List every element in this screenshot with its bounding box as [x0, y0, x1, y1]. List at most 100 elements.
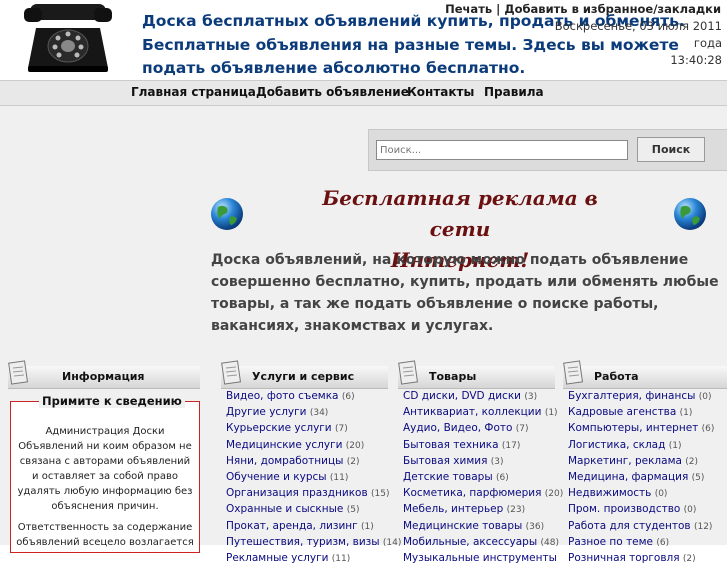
info-header: Информация — [8, 360, 200, 389]
globe-icon — [674, 198, 706, 230]
search-input[interactable] — [376, 140, 628, 160]
category-item[interactable]: Медицинские товары (36) — [403, 519, 563, 535]
category-link[interactable]: Медицинские товары — [403, 520, 522, 532]
date-time: Воскресенье, 03 июля 2011 года 13:40:28 — [540, 18, 722, 69]
category-item[interactable]: Компьютеры, интернет (6) — [568, 421, 714, 437]
category-count: (15) — [371, 489, 390, 500]
category-header: Работа — [563, 360, 727, 389]
category-link[interactable]: Медицинские услуги — [226, 439, 342, 451]
category-link[interactable]: Организация праздников — [226, 487, 368, 499]
category-item[interactable]: Музыкальные инструменты — [403, 551, 563, 567]
category-item[interactable]: Розничная торговля (2) — [568, 551, 714, 567]
category-count: (34) — [309, 408, 329, 419]
category-link[interactable]: Кадровые агенства — [568, 406, 676, 418]
nav-rules[interactable]: Правила — [484, 85, 544, 99]
category-link[interactable]: Другие услуги — [226, 406, 306, 418]
category-count: (3) — [524, 392, 538, 402]
category-item[interactable]: CD диски, DVD диски (3) — [403, 389, 563, 405]
category-link[interactable]: Музыкальные инструменты — [403, 552, 557, 564]
category-link[interactable]: Разное по теме — [568, 536, 653, 548]
nav-home[interactable]: Главная страница — [131, 85, 256, 99]
category-link[interactable]: Работа для студентов — [568, 520, 691, 532]
category-link[interactable]: Бытовая химия — [403, 455, 487, 467]
category-title: Услуги и сервис — [252, 370, 355, 383]
category-item[interactable]: Медицинские услуги (20) — [226, 438, 401, 454]
category-item[interactable]: Работа для студентов (12) — [568, 519, 714, 535]
category-item[interactable]: Охранные и сыскные (5) — [226, 502, 401, 518]
category-link[interactable]: Антиквариат, коллекции — [403, 406, 541, 418]
nav-add-ad[interactable]: Добавить объявление — [256, 85, 409, 99]
category-item[interactable]: Курьерские услуги (7) — [226, 421, 401, 437]
bookmark-link[interactable]: Добавить в избранное/закладки — [504, 2, 721, 16]
category-link[interactable]: Косметика, парфюмерия — [403, 487, 541, 499]
category-item[interactable]: Пром. производство (0) — [568, 502, 714, 518]
top-links-separator: | — [496, 2, 501, 16]
category-link[interactable]: Мобильные, аксессуары — [403, 536, 537, 548]
category-item[interactable]: Прокат, аренда, лизинг (1) — [226, 519, 401, 535]
category-item[interactable]: Организация праздников (15) — [226, 486, 401, 502]
category-count: (23) — [506, 505, 526, 516]
category-link[interactable]: Логистика, склад — [568, 439, 665, 451]
category-link[interactable]: Компьютеры, интернет — [568, 422, 698, 434]
category-item[interactable]: Бытовая техника (17) — [403, 438, 563, 454]
category-item[interactable]: Обучение и курсы (11) — [226, 470, 401, 486]
notepad-icon — [221, 360, 242, 385]
category-count: (2) — [685, 456, 699, 467]
notice-text: Администрация Доски Объявлений ни коим о… — [15, 424, 195, 550]
category-link[interactable]: Медицина, фармация — [568, 471, 688, 483]
category-link[interactable]: Детские товары — [403, 471, 493, 483]
notepad-icon — [398, 360, 419, 385]
category-item[interactable]: Рекламные услуги (11) — [226, 551, 401, 567]
main-nav: Главная страница Добавить объявление Кон… — [0, 80, 727, 106]
category-count: (6) — [495, 473, 509, 484]
category-link[interactable]: Прокат, аренда, лизинг — [226, 520, 358, 532]
print-link[interactable]: Печать — [445, 2, 492, 16]
category-item[interactable]: Путешествия, туризм, визы (14) — [226, 535, 401, 551]
category-link[interactable]: Курьерские услуги — [226, 422, 332, 434]
category-link[interactable]: Мебель, интерьер — [403, 503, 503, 515]
category-link[interactable]: Охранные и сыскные — [226, 503, 343, 515]
category-link[interactable]: Путешествия, туризм, визы — [226, 536, 380, 548]
category-item[interactable]: Детские товары (6) — [403, 470, 563, 486]
category-item[interactable]: Кадровые агенства (1) — [568, 405, 714, 421]
category-item[interactable]: Няни, домработницы (2) — [226, 454, 401, 470]
category-link[interactable]: Розничная торговля — [568, 552, 680, 564]
category-item[interactable]: Другие услуги (34) — [226, 405, 401, 421]
category-item[interactable]: Медицина, фармация (5) — [568, 470, 714, 486]
category-item[interactable]: Логистика, склад (1) — [568, 438, 714, 454]
category-item[interactable]: Мебель, интерьер (23) — [403, 502, 563, 518]
category-list: CD диски, DVD диски (3) Антиквариат, колл… — [403, 389, 563, 567]
category-item[interactable]: Видео, фото съемка (6) — [226, 389, 401, 405]
category-link[interactable]: Видео, фото съемка — [226, 390, 338, 402]
category-item[interactable]: Маркетинг, реклама (2) — [568, 454, 714, 470]
category-link[interactable]: CD диски, DVD диски — [403, 390, 521, 402]
category-item[interactable]: Бытовая химия (3) — [403, 454, 563, 470]
category-item[interactable]: Аудио, Видео, Фото (7) — [403, 421, 563, 437]
category-link[interactable]: Рекламные услуги — [226, 552, 328, 564]
category-item[interactable]: Недвижимость (0) — [568, 486, 714, 502]
category-link[interactable]: Обучение и курсы — [226, 471, 327, 483]
category-link[interactable]: Пром. производство — [568, 503, 680, 515]
category-link[interactable]: Недвижимость — [568, 487, 651, 499]
category-item[interactable]: Разное по теме (6) — [568, 535, 714, 551]
notice-paragraph-1: Администрация Доски Объявлений ни коим о… — [17, 426, 193, 512]
category-link[interactable]: Бухгалтерия, финансы — [568, 390, 695, 402]
category-item[interactable]: Косметика, парфюмерия (20) — [403, 486, 563, 502]
category-link[interactable]: Маркетинг, реклама — [568, 455, 682, 467]
category-count: (5) — [691, 473, 705, 484]
category-item[interactable]: Бухгалтерия, финансы (0) — [568, 389, 714, 405]
rotary-phone-icon — [24, 4, 112, 72]
notice-legend: Примите к сведению — [39, 394, 185, 408]
category-link[interactable]: Аудио, Видео, Фото — [403, 422, 512, 434]
category-header: Услуги и сервис — [221, 360, 388, 389]
category-item[interactable]: Антиквариат, коллекции (1) — [403, 405, 563, 421]
site-header: Доска бесплатных объявлений купить, прод… — [0, 0, 727, 80]
top-links: Печать | Добавить в избранное/закладки — [445, 2, 721, 16]
info-title: Информация — [62, 370, 145, 383]
nav-contacts[interactable]: Контакты — [407, 85, 474, 99]
category-link[interactable]: Няни, домработницы — [226, 455, 343, 467]
search-button[interactable]: Поиск — [637, 137, 705, 162]
category-count: (1) — [679, 408, 693, 419]
category-link[interactable]: Бытовая техника — [403, 439, 499, 451]
category-item[interactable]: Мобильные, аксессуары (48) — [403, 535, 563, 551]
